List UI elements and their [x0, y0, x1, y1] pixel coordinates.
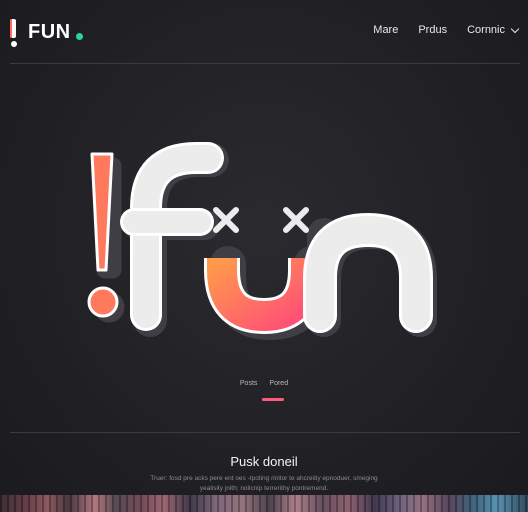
chevron-down-icon — [510, 24, 520, 33]
header-divider — [10, 63, 520, 64]
x-eyes — [213, 207, 309, 233]
active-tab-indicator — [262, 398, 284, 401]
main-nav: Mare Prdus Cornnic — [353, 24, 520, 36]
section-body: Truer: fosd pre acks pere ent oes -tpoti… — [150, 475, 378, 492]
site-header: FUN Mare Prdus Cornnic — [0, 0, 528, 64]
exclamation-icon — [10, 17, 20, 47]
hero-logo — [0, 130, 528, 350]
nav-item-prdus[interactable]: Prdus — [418, 24, 447, 36]
brand-dot-icon — [75, 32, 83, 40]
fun-logo-graphic — [87, 142, 437, 341]
content-tabs: Posts Pored — [0, 380, 528, 387]
section-title: Pusk doneil — [230, 454, 298, 469]
image-strip — [0, 495, 528, 512]
section-divider — [10, 432, 520, 433]
tab-posts[interactable]: Posts — [240, 380, 258, 387]
brand-name: FUN — [28, 20, 71, 43]
nav-item-mare[interactable]: Mare — [373, 24, 398, 36]
nav-item-cornnic[interactable]: Cornnic — [467, 24, 520, 36]
nav-item-label: Prdus — [418, 24, 448, 36]
nav-item-label: Mare — [373, 24, 399, 36]
nav-item-label: Cornnic — [467, 24, 505, 36]
page: FUN Mare Prdus Cornnic Posts Pored Pusk … — [0, 0, 528, 512]
tab-pored[interactable]: Pored — [269, 380, 288, 387]
letter-n — [303, 213, 433, 333]
letter-u-smile — [204, 246, 330, 341]
brand-logo[interactable]: FUN — [10, 14, 83, 50]
